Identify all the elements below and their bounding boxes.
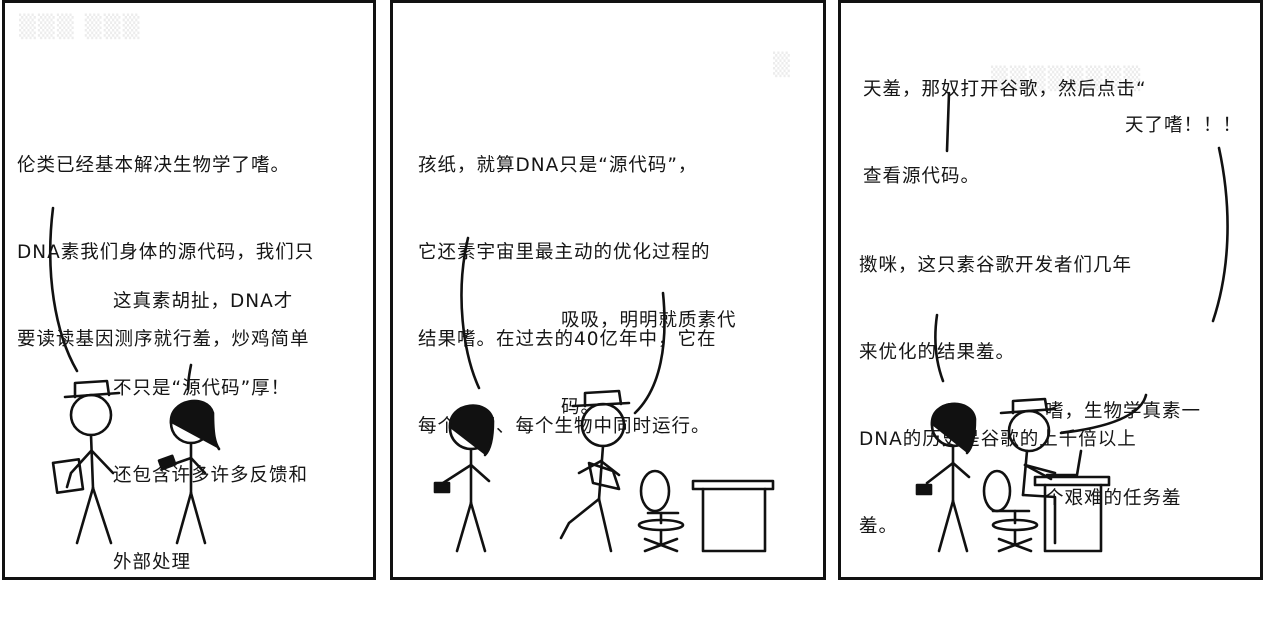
speech-tail: [48, 206, 79, 373]
hat-scientist-figure: [559, 389, 631, 553]
girl-figure: [433, 404, 495, 553]
girl-figure: [157, 399, 221, 545]
phone-icon: [915, 483, 933, 496]
phone-icon: [157, 454, 177, 471]
phone-icon: [433, 481, 451, 494]
comic-panel-3: ▒▒▒▒▒▒▒▒ 天羞，那奴打开谷歌，然后点击“ 查看源代码。 天了嗜！！！ 擞…: [838, 0, 1263, 580]
desk-icon: [691, 479, 775, 553]
speech-tail: [633, 291, 666, 415]
hat-scientist-figure: [51, 379, 121, 545]
office-chair-icon: [637, 469, 685, 553]
desk-icon: [1033, 475, 1111, 553]
comic-panel-1: ▒▒▒ ▒▒▒ 伦类已经基本解决生物学了嗜。 DNA素我们身体的源代码，我们只 …: [2, 0, 376, 580]
speech-tail: [1059, 393, 1148, 435]
girl-figure: [915, 402, 977, 553]
panel-3-drawing: [915, 91, 1229, 553]
book-icon: [587, 461, 621, 491]
speech-tail: [460, 236, 481, 390]
speech-tail: [934, 313, 945, 383]
speech-tail: [1211, 146, 1229, 323]
panel-2-drawing: [433, 236, 775, 553]
speech-tail: [186, 363, 193, 391]
panel-1-drawing: [48, 206, 221, 545]
office-chair-icon: [982, 469, 1039, 553]
speech-tail: [945, 91, 951, 153]
comic-panel-2: ▒ 孩纸，就算DNA只是“源代码”， 它还素宇宙里最主动的优化过程的 结果嗜。在…: [390, 0, 826, 580]
